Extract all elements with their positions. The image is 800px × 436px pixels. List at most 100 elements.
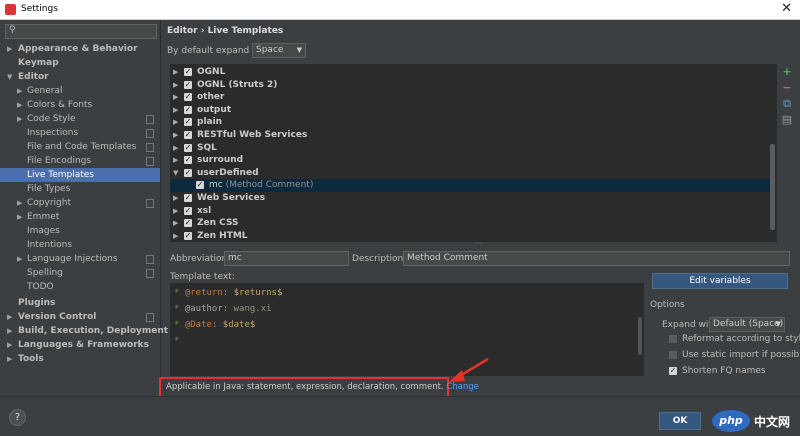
- chevron-right-icon[interactable]: ▶: [173, 192, 178, 205]
- sidebar-item-colors-fonts[interactable]: ▶ Colors & Fonts: [0, 98, 160, 112]
- template-checkbox[interactable]: ✓: [184, 156, 192, 165]
- abbreviation-input[interactable]: mc: [224, 251, 349, 266]
- sidebar-item-general[interactable]: ▶ General: [0, 84, 160, 98]
- close-icon[interactable]: ✕: [781, 1, 792, 16]
- sidebar-item-label: Live Templates: [27, 170, 94, 180]
- template-checkbox[interactable]: ✓: [184, 219, 192, 228]
- editor-scrollbar[interactable]: [638, 317, 642, 355]
- window-title: Settings: [21, 4, 58, 14]
- expand-key-select[interactable]: Space ▼: [252, 43, 306, 58]
- expand-with-select[interactable]: Default (Space) ▼: [709, 317, 785, 332]
- edit-variables-button[interactable]: Edit variables: [652, 273, 788, 289]
- template-group-row[interactable]: ▶ ✓ surround: [170, 154, 770, 167]
- sidebar-item-label: Tools: [18, 354, 44, 364]
- template-checkbox[interactable]: ✓: [184, 168, 192, 177]
- sidebar-item-editor[interactable]: ▼ Editor: [0, 70, 160, 84]
- search-input[interactable]: ⚲: [5, 24, 157, 39]
- static-import-checkbox[interactable]: [669, 351, 677, 359]
- template-list-scrollbar[interactable]: [770, 144, 775, 230]
- group-icon[interactable]: ▤: [781, 114, 793, 126]
- sidebar-item-build-execution[interactable]: ▶ Build, Execution, Deployment: [0, 324, 168, 338]
- template-item-row-selected[interactable]: ✓ mc (Method Comment): [170, 179, 770, 192]
- template-group-row[interactable]: ▶ ✓ SQL: [170, 142, 770, 155]
- template-checkbox[interactable]: ✓: [184, 68, 192, 76]
- chevron-right-icon[interactable]: ▶: [173, 116, 178, 129]
- template-checkbox[interactable]: ✓: [184, 194, 192, 202]
- chevron-right-icon[interactable]: ▶: [173, 154, 178, 167]
- chevron-right-icon[interactable]: ▶: [173, 230, 178, 243]
- template-group-row[interactable]: ▶ ✓ OGNL (Struts 2): [170, 79, 770, 92]
- code-star: *: [174, 288, 185, 298]
- template-checkbox[interactable]: ✓: [184, 105, 192, 114]
- remove-icon[interactable]: −: [781, 82, 793, 94]
- template-checkbox[interactable]: ✓: [184, 93, 192, 102]
- template-group-row[interactable]: ▶ ✓ Zen CSS: [170, 217, 770, 230]
- template-group-row[interactable]: ▶ ✓ OGNL: [170, 66, 770, 79]
- reformat-label: Reformat according to style: [682, 334, 800, 344]
- template-checkbox[interactable]: ✓: [184, 143, 192, 152]
- splitter-handle-icon[interactable]: ⋯: [475, 239, 482, 247]
- description-input[interactable]: Method Comment: [403, 251, 790, 266]
- chevron-right-icon[interactable]: ▶: [173, 66, 178, 79]
- template-group-row[interactable]: ▼ ✓ userDefined: [170, 167, 770, 180]
- chevron-down-icon[interactable]: ▼: [173, 167, 178, 180]
- template-group-row[interactable]: ▶ ✓ Zen HTML: [170, 230, 770, 243]
- sidebar-item-label: Languages & Frameworks: [18, 340, 150, 350]
- sidebar-item-languages-frameworks[interactable]: ▶ Languages & Frameworks: [0, 338, 160, 352]
- sidebar-item-intentions[interactable]: Intentions: [0, 238, 160, 252]
- reformat-checkbox[interactable]: [669, 335, 677, 343]
- sidebar-item-keymap[interactable]: Keymap: [0, 56, 160, 70]
- sidebar-item-file-code-templates[interactable]: File and Code Templates: [0, 140, 160, 154]
- sidebar-item-appearance[interactable]: ▶ Appearance & Behavior: [0, 42, 160, 56]
- add-icon[interactable]: +: [781, 66, 793, 78]
- template-group-row[interactable]: ▶ ✓ output: [170, 104, 770, 117]
- template-checkbox[interactable]: ✓: [184, 206, 192, 215]
- code-line: * @author: wang.xi: [174, 304, 272, 314]
- template-group-label: Web Services: [197, 193, 266, 203]
- sidebar-item-emmet[interactable]: ▶ Emmet: [0, 210, 160, 224]
- code-variable: $date$: [222, 320, 256, 330]
- applicable-text: Applicable in Java: statement, expressio…: [166, 382, 444, 392]
- template-checkbox[interactable]: ✓: [196, 181, 204, 190]
- chevron-right-icon[interactable]: ▶: [173, 91, 178, 104]
- chevron-right-icon[interactable]: ▶: [173, 217, 178, 230]
- help-icon[interactable]: ?: [9, 409, 26, 426]
- template-checkbox[interactable]: ✓: [184, 118, 192, 127]
- template-group-row[interactable]: ▶ ✓ RESTful Web Services: [170, 129, 770, 142]
- template-list[interactable]: ▶ ✓ OGNL ▶ ✓ OGNL (Struts 2) ▶ ✓ other ▶…: [170, 64, 777, 242]
- template-checkbox[interactable]: ✓: [184, 131, 192, 139]
- sidebar-item-version-control[interactable]: ▶ Version Control: [0, 310, 160, 324]
- chevron-right-icon[interactable]: ▶: [173, 142, 178, 155]
- chevron-right-icon[interactable]: ▶: [173, 104, 178, 117]
- sidebar-item-label: Editor: [18, 72, 49, 82]
- template-checkbox[interactable]: ✓: [184, 231, 192, 240]
- sidebar-item-file-types[interactable]: File Types: [0, 182, 160, 196]
- sidebar-item-images[interactable]: Images: [0, 224, 160, 238]
- chevron-right-icon[interactable]: ▶: [173, 79, 178, 92]
- code-line: * @return: $returns$: [174, 288, 282, 298]
- ok-button[interactable]: OK: [659, 412, 701, 430]
- sidebar-item-todo[interactable]: TODO: [0, 280, 160, 294]
- sidebar-item-code-style[interactable]: ▶ Code Style: [0, 112, 160, 126]
- chevron-right-icon[interactable]: ▶: [173, 129, 178, 142]
- sidebar-item-label: Build, Execution, Deployment: [18, 326, 169, 336]
- code-line: *: [174, 336, 179, 346]
- copy-icon[interactable]: ⧉: [781, 98, 793, 110]
- sidebar-item-spelling[interactable]: Spelling: [0, 266, 160, 280]
- sidebar-item-live-templates[interactable]: Live Templates: [0, 168, 160, 182]
- template-group-row[interactable]: ▶ ✓ other: [170, 91, 770, 104]
- sidebar-item-file-encodings[interactable]: File Encodings: [0, 154, 160, 168]
- template-text-editor[interactable]: * @return: $returns$ * @author: wang.xi …: [170, 283, 644, 376]
- shorten-fq-checkbox[interactable]: ✓: [669, 367, 677, 375]
- sidebar-item-plugins[interactable]: Plugins: [0, 296, 160, 310]
- sidebar-item-copyright[interactable]: ▶ Copyright: [0, 196, 160, 210]
- template-checkbox[interactable]: ✓: [184, 80, 192, 89]
- template-group-row[interactable]: ▶ ✓ Web Services: [170, 192, 770, 205]
- chevron-right-icon[interactable]: ▶: [173, 205, 178, 218]
- sidebar-item-language-injections[interactable]: ▶ Language Injections: [0, 252, 160, 266]
- template-group-row[interactable]: ▶ ✓ plain: [170, 116, 770, 129]
- sidebar-item-tools[interactable]: ▶ Tools: [0, 352, 160, 366]
- template-group-label: other: [197, 92, 225, 103]
- template-group-row[interactable]: ▶ ✓ xsl: [170, 205, 770, 218]
- sidebar-item-inspections[interactable]: Inspections: [0, 126, 160, 140]
